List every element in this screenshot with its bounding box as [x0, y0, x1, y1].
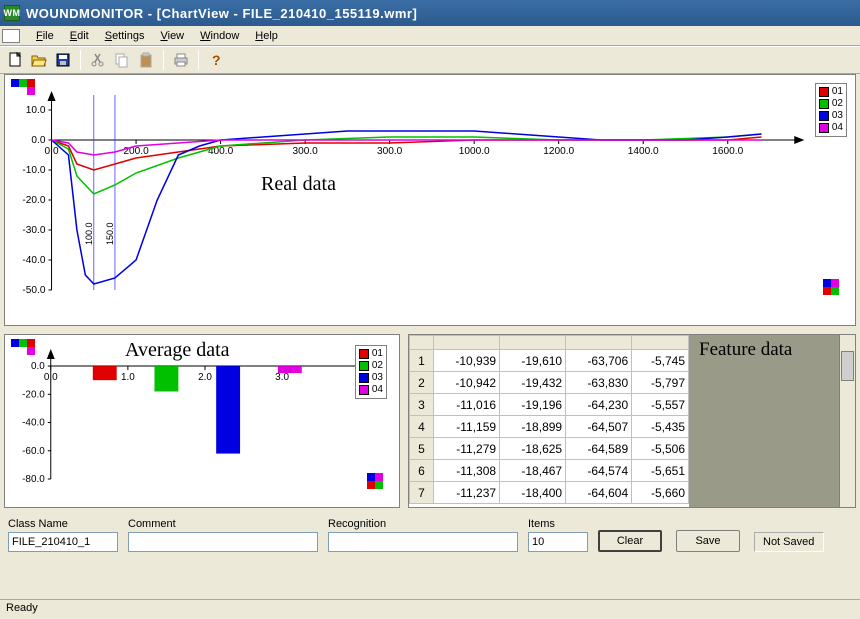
menu-edit[interactable]: Edit	[62, 28, 97, 44]
items-input[interactable]	[528, 532, 588, 552]
comment-input[interactable]	[128, 532, 318, 552]
toolbar-separator	[80, 50, 81, 70]
new-button[interactable]	[4, 49, 26, 71]
svg-text:3.0: 3.0	[275, 372, 289, 383]
cut-button[interactable]	[87, 49, 109, 71]
svg-text:0.0: 0.0	[44, 372, 58, 383]
svg-text:-40.0: -40.0	[22, 418, 45, 429]
save-icon	[55, 52, 71, 68]
toolbar-separator	[198, 50, 199, 70]
scrollbar-thumb[interactable]	[841, 351, 854, 381]
svg-text:-60.0: -60.0	[22, 446, 45, 457]
svg-text:-80.0: -80.0	[22, 474, 45, 485]
cut-icon	[90, 52, 106, 68]
items-label: Items	[528, 518, 588, 530]
svg-text:-40.0: -40.0	[22, 255, 45, 266]
title-bar: WM WOUNDMONITOR - [ChartView - FILE_2104…	[0, 0, 860, 26]
svg-text:300.0: 300.0	[292, 146, 318, 157]
save-button-toolbar[interactable]	[52, 49, 74, 71]
svg-text:-20.0: -20.0	[22, 195, 45, 206]
menu-view[interactable]: View	[152, 28, 192, 44]
help-button[interactable]: ?	[205, 49, 227, 71]
system-menu-icon[interactable]	[2, 29, 20, 43]
print-button[interactable]	[170, 49, 192, 71]
menu-file[interactable]: File	[28, 28, 62, 44]
chart-corner-badge	[367, 473, 391, 489]
client-area: -50.0-40.0-30.0-20.0-10.00.010.00.0200.0…	[4, 74, 856, 579]
menu-help[interactable]: Help	[247, 28, 286, 44]
average-data-chart: -80.0 -60.0 -40.0 -20.0 0.00.0 1.0 2.0 3.0 Aver…	[4, 334, 400, 508]
recognition-input[interactable]	[328, 532, 518, 552]
paste-button[interactable]	[135, 49, 157, 71]
svg-text:100.0: 100.0	[84, 222, 94, 245]
average-data-label: Average data	[125, 339, 230, 362]
svg-text:1400.0: 1400.0	[628, 146, 659, 157]
real-data-chart: -50.0-40.0-30.0-20.0-10.00.010.00.0200.0…	[4, 74, 856, 326]
menu-settings[interactable]: Settings	[97, 28, 153, 44]
table-row[interactable]: 1-10,939-19,610-63,706-5,745	[410, 350, 689, 372]
chart-corner-badge	[11, 339, 35, 355]
table-row[interactable]: 3-11,016-19,196-64,230-5,557	[410, 394, 689, 416]
chart-corner-badge	[823, 279, 847, 295]
svg-text:300.0: 300.0	[377, 146, 403, 157]
comment-label: Comment	[128, 518, 318, 530]
copy-icon	[114, 52, 130, 68]
legend-real: 01020304	[815, 83, 847, 137]
svg-text:?: ?	[212, 52, 221, 68]
chart-corner-badge	[11, 79, 35, 95]
svg-text:-30.0: -30.0	[22, 225, 45, 236]
svg-text:0.0: 0.0	[45, 146, 59, 157]
table-row[interactable]: 4-11,159-18,899-64,507-5,435	[410, 416, 689, 438]
copy-button[interactable]	[111, 49, 133, 71]
table-scrollbar[interactable]	[839, 335, 855, 507]
svg-text:1000.0: 1000.0	[459, 146, 490, 157]
svg-text:0.0: 0.0	[31, 361, 45, 372]
toolbar: ?	[0, 46, 860, 74]
real-data-plot: -50.0-40.0-30.0-20.0-10.00.010.00.0200.0…	[5, 75, 855, 325]
open-button[interactable]	[28, 49, 50, 71]
new-icon	[7, 52, 23, 68]
menu-bar: File Edit Settings View Window Help	[0, 26, 860, 46]
window-title: WOUNDMONITOR - [ChartView - FILE_210410_…	[26, 6, 417, 21]
app-icon: WM	[4, 5, 20, 21]
status-bar: Ready	[0, 599, 860, 619]
class-name-input[interactable]	[8, 532, 118, 552]
save-state-label: Not Saved	[754, 532, 824, 552]
feature-data-panel: 1-10,939-19,610-63,706-5,7452-10,942-19,…	[408, 334, 856, 508]
svg-text:-20.0: -20.0	[22, 389, 45, 400]
feature-data-label: Feature data	[699, 339, 792, 361]
svg-text:10.0: 10.0	[26, 105, 46, 116]
open-icon	[31, 52, 47, 68]
svg-text:150.0: 150.0	[105, 222, 115, 245]
svg-text:0.0: 0.0	[31, 135, 45, 146]
feature-data-table[interactable]: 1-10,939-19,610-63,706-5,7452-10,942-19,…	[409, 335, 689, 504]
svg-text:2.0: 2.0	[198, 372, 212, 383]
svg-text:1200.0: 1200.0	[543, 146, 574, 157]
table-row[interactable]: 6-11,308-18,467-64,574-5,651	[410, 460, 689, 482]
help-icon: ?	[208, 52, 224, 68]
menu-window[interactable]: Window	[192, 28, 247, 44]
svg-text:-50.0: -50.0	[22, 285, 45, 296]
clear-button[interactable]: Clear	[598, 530, 662, 552]
real-data-label: Real data	[261, 173, 336, 196]
table-row[interactable]: 2-10,942-19,432-63,830-5,797	[410, 372, 689, 394]
status-text: Ready	[6, 602, 38, 614]
save-button[interactable]: Save	[676, 530, 740, 552]
feature-data-table-wrap: 1-10,939-19,610-63,706-5,7452-10,942-19,…	[409, 335, 689, 507]
svg-text:200.0: 200.0	[123, 146, 149, 157]
class-name-label: Class Name	[8, 518, 118, 530]
print-icon	[173, 52, 189, 68]
legend-avg: 01020304	[355, 345, 387, 399]
svg-text:-10.0: -10.0	[22, 165, 45, 176]
toolbar-separator	[163, 50, 164, 70]
recognition-label: Recognition	[328, 518, 518, 530]
paste-icon	[138, 52, 154, 68]
svg-text:1600.0: 1600.0	[712, 146, 743, 157]
form-row: Class Name Comment Recognition Items Cle…	[4, 518, 856, 564]
table-row[interactable]: 7-11,237-18,400-64,604-5,660	[410, 482, 689, 504]
svg-text:1.0: 1.0	[121, 372, 135, 383]
table-row[interactable]: 5-11,279-18,625-64,589-5,506	[410, 438, 689, 460]
